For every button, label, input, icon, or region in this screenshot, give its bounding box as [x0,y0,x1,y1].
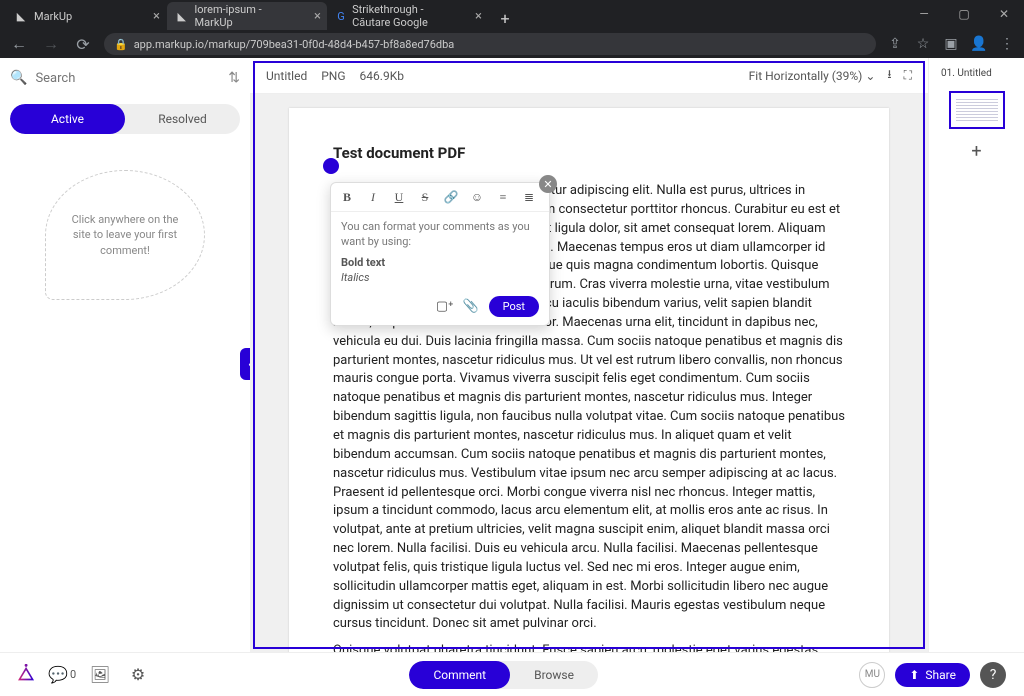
minimize-icon[interactable]: — [904,0,944,28]
format-toolbar: B I U S 🔗 ☺ ≡ ≣ [331,183,549,212]
upload-icon: ⬆ [909,668,919,682]
close-icon[interactable]: × [314,9,321,24]
help-button[interactable]: ? [980,662,1006,688]
share-url-icon[interactable]: ⇪ [886,35,904,53]
markup-logo-icon[interactable]: ⧊ [18,664,34,685]
markup-favicon-icon: ◣ [14,9,28,23]
bookmark-icon[interactable]: ☆ [914,35,932,53]
browser-chrome: ◣ MarkUp × ◣ lorem-ipsum - MarkUp × G St… [0,0,1024,58]
search-input[interactable] [35,71,220,86]
browser-tab-0[interactable]: ◣ MarkUp × [6,2,166,30]
add-page-button[interactable]: + [971,141,981,162]
post-button[interactable]: Post [489,296,539,317]
close-icon[interactable]: ✕ [539,175,557,193]
tab-resolved[interactable]: Resolved [125,104,240,134]
browser-tab-2[interactable]: G Strikethrough - Căutare Google × [328,2,488,30]
markup-favicon-icon: ◣ [175,9,189,23]
tab-label: MarkUp [34,10,72,23]
profile-icon[interactable]: 👤 [970,35,988,53]
comment-popup: ✕ B I U S 🔗 ☺ ≡ ≣ You can format your co… [330,182,550,326]
unordered-list-icon[interactable]: ≣ [521,189,537,205]
maximize-icon[interactable]: ▢ [944,0,984,28]
tab-label: lorem-ipsum - MarkUp [195,3,299,29]
thumbnail-1[interactable] [949,91,1005,129]
bold-icon[interactable]: B [339,189,355,205]
google-favicon-icon: G [336,9,346,23]
url-text: app.markup.io/markup/709bea31-0f0d-48d4-… [134,38,455,51]
link-icon[interactable]: 🔗 [443,189,459,205]
comment-status-tabs: Active Resolved [10,104,240,134]
record-video-icon[interactable]: ▢⁺ [437,299,453,315]
download-icon[interactable]: ⭳ [887,65,891,86]
new-tab-button[interactable]: + [493,6,517,30]
comments-sidebar: 🔍 ⇅ Active Resolved Click anywhere on th… [0,58,250,652]
strikethrough-icon[interactable]: S [417,189,433,205]
reload-icon[interactable]: ⟳ [72,33,94,55]
image-icon[interactable]: 🖼 [90,665,110,685]
close-icon[interactable]: × [475,9,482,24]
document-paragraph: Quisque volutpat pharetra tincidunt. Fus… [333,642,845,652]
file-format: PNG [321,69,345,83]
tab-active[interactable]: Active [10,104,125,134]
tab-label: Strikethrough - Căutare Google [352,3,460,29]
bottom-bar: ⧊ 💬0 🖼 ⚙ Comment Browse MU ⬆Share ? [0,652,1024,696]
document-viewport[interactable]: Test document PDF Lorem ipsum dolor sit … [250,94,928,652]
comment-pin[interactable] [323,158,339,174]
address-bar-row: ← → ⟳ 🔒 app.markup.io/markup/709bea31-0f… [0,30,1024,58]
window-close-icon[interactable]: ✕ [984,0,1024,28]
fullscreen-icon[interactable]: ⛶ [904,68,912,83]
extensions-icon[interactable]: ▣ [942,35,960,53]
ordered-list-icon[interactable]: ≡ [495,189,511,205]
thumbnail-label: 01. Untitled [937,68,992,79]
markup-app: 🔍 ⇅ Active Resolved Click anywhere on th… [0,58,1024,696]
mode-switch: Comment Browse [409,661,597,689]
attach-icon[interactable]: 📎 [463,299,479,315]
page-thumbnails: 01. Untitled + [928,58,1024,652]
empty-state-hint: Click anywhere on the site to leave your… [45,170,205,300]
sort-icon[interactable]: ⇅ [228,70,240,86]
comments-count-icon[interactable]: 💬0 [52,665,72,685]
canvas-area: Untitled PNG 646.9Kb Fit Horizontally (3… [250,58,928,652]
share-button[interactable]: ⬆Share [895,663,970,687]
gear-icon[interactable]: ⚙ [128,665,148,685]
comment-textarea[interactable]: You can format your comments as you want… [331,212,549,290]
zoom-dropdown[interactable]: Fit Horizontally (39%) ⌄ [749,69,876,83]
file-title: Untitled [266,69,307,83]
emoji-icon[interactable]: ☺ [469,189,485,205]
browser-tab-1[interactable]: ◣ lorem-ipsum - MarkUp × [167,2,327,30]
mode-browse[interactable]: Browse [510,661,598,689]
search-icon: 🔍 [10,70,27,86]
canvas-header: Untitled PNG 646.9Kb Fit Horizontally (3… [250,58,928,94]
url-bar[interactable]: 🔒 app.markup.io/markup/709bea31-0f0d-48d… [104,33,876,55]
tab-strip: ◣ MarkUp × ◣ lorem-ipsum - MarkUp × G St… [0,0,1024,30]
forward-icon[interactable]: → [40,33,62,55]
mode-comment[interactable]: Comment [409,661,510,689]
italic-icon[interactable]: I [365,189,381,205]
underline-icon[interactable]: U [391,189,407,205]
back-icon[interactable]: ← [8,33,30,55]
close-icon[interactable]: × [153,9,160,24]
kebab-menu-icon[interactable]: ⋮ [998,35,1016,53]
file-size: 646.9Kb [360,69,404,83]
document-heading: Test document PDF [333,144,845,162]
lock-icon: 🔒 [114,38,128,51]
avatar[interactable]: MU [859,662,885,688]
